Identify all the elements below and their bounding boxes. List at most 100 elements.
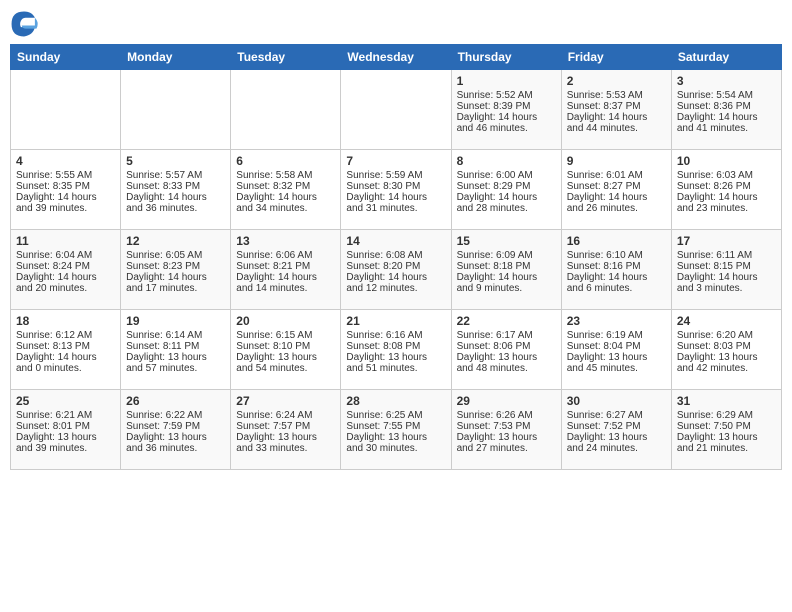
day-info-line: Daylight: 14 hours and 23 minutes. — [677, 192, 776, 214]
day-cell: 15Sunrise: 6:09 AMSunset: 8:18 PMDayligh… — [451, 230, 561, 310]
day-number: 5 — [126, 154, 225, 168]
day-info-line: Sunset: 8:29 PM — [457, 181, 556, 192]
day-number: 20 — [236, 314, 335, 328]
day-number: 15 — [457, 234, 556, 248]
day-number: 7 — [346, 154, 445, 168]
day-number: 24 — [677, 314, 776, 328]
day-info-line: Sunset: 8:11 PM — [126, 341, 225, 352]
day-cell: 9Sunrise: 6:01 AMSunset: 8:27 PMDaylight… — [561, 150, 671, 230]
day-info-line: Daylight: 13 hours and 27 minutes. — [457, 432, 556, 454]
day-number: 30 — [567, 394, 666, 408]
day-info-line: Sunrise: 6:01 AM — [567, 170, 666, 181]
day-number: 2 — [567, 74, 666, 88]
day-info-line: Daylight: 14 hours and 34 minutes. — [236, 192, 335, 214]
day-info-line: Sunset: 8:36 PM — [677, 101, 776, 112]
day-number: 9 — [567, 154, 666, 168]
day-cell: 4Sunrise: 5:55 AMSunset: 8:35 PMDaylight… — [11, 150, 121, 230]
day-info-line: Daylight: 14 hours and 28 minutes. — [457, 192, 556, 214]
day-cell: 19Sunrise: 6:14 AMSunset: 8:11 PMDayligh… — [121, 310, 231, 390]
day-info-line: Sunrise: 6:10 AM — [567, 250, 666, 261]
day-info-line: Sunrise: 6:24 AM — [236, 410, 335, 421]
day-cell: 16Sunrise: 6:10 AMSunset: 8:16 PMDayligh… — [561, 230, 671, 310]
day-number: 18 — [16, 314, 115, 328]
day-info-line: Daylight: 14 hours and 12 minutes. — [346, 272, 445, 294]
day-info-line: Sunrise: 6:19 AM — [567, 330, 666, 341]
day-info-line: Sunset: 8:13 PM — [16, 341, 115, 352]
day-info-line: Daylight: 13 hours and 51 minutes. — [346, 352, 445, 374]
col-header-tuesday: Tuesday — [231, 45, 341, 70]
day-info-line: Sunrise: 6:22 AM — [126, 410, 225, 421]
day-number: 14 — [346, 234, 445, 248]
day-info-line: Sunrise: 6:25 AM — [346, 410, 445, 421]
day-info-line: Sunrise: 6:00 AM — [457, 170, 556, 181]
day-number: 29 — [457, 394, 556, 408]
day-info-line: Sunrise: 6:06 AM — [236, 250, 335, 261]
col-header-saturday: Saturday — [671, 45, 781, 70]
day-cell: 14Sunrise: 6:08 AMSunset: 8:20 PMDayligh… — [341, 230, 451, 310]
day-info-line: Sunset: 8:08 PM — [346, 341, 445, 352]
day-cell — [231, 70, 341, 150]
day-info-line: Sunset: 8:03 PM — [677, 341, 776, 352]
day-cell: 18Sunrise: 6:12 AMSunset: 8:13 PMDayligh… — [11, 310, 121, 390]
day-number: 28 — [346, 394, 445, 408]
day-info-line: Daylight: 13 hours and 24 minutes. — [567, 432, 666, 454]
day-info-line: Sunrise: 5:59 AM — [346, 170, 445, 181]
day-cell: 11Sunrise: 6:04 AMSunset: 8:24 PMDayligh… — [11, 230, 121, 310]
week-row-1: 1Sunrise: 5:52 AMSunset: 8:39 PMDaylight… — [11, 70, 782, 150]
day-info-line: Sunset: 8:21 PM — [236, 261, 335, 272]
day-info-line: Sunset: 8:39 PM — [457, 101, 556, 112]
day-info-line: Sunrise: 5:53 AM — [567, 90, 666, 101]
day-number: 1 — [457, 74, 556, 88]
day-info-line: Sunset: 8:01 PM — [16, 421, 115, 432]
col-header-wednesday: Wednesday — [341, 45, 451, 70]
day-info-line: Sunset: 8:37 PM — [567, 101, 666, 112]
day-info-line: Sunset: 8:32 PM — [236, 181, 335, 192]
day-info-line: Sunrise: 6:15 AM — [236, 330, 335, 341]
day-cell: 17Sunrise: 6:11 AMSunset: 8:15 PMDayligh… — [671, 230, 781, 310]
day-info-line: Sunrise: 6:03 AM — [677, 170, 776, 181]
day-info-line: Sunrise: 6:12 AM — [16, 330, 115, 341]
day-info-line: Sunrise: 6:29 AM — [677, 410, 776, 421]
week-row-2: 4Sunrise: 5:55 AMSunset: 8:35 PMDaylight… — [11, 150, 782, 230]
day-info-line: Daylight: 14 hours and 44 minutes. — [567, 112, 666, 134]
day-info-line: Daylight: 14 hours and 14 minutes. — [236, 272, 335, 294]
page-header — [10, 10, 782, 38]
day-info-line: Sunset: 8:35 PM — [16, 181, 115, 192]
day-info-line: Sunrise: 6:26 AM — [457, 410, 556, 421]
day-cell: 13Sunrise: 6:06 AMSunset: 8:21 PMDayligh… — [231, 230, 341, 310]
day-cell: 2 Sunrise: 5:53 AMSunset: 8:37 PMDaylight… — [561, 70, 671, 150]
day-info-line: Sunrise: 6:08 AM — [346, 250, 445, 261]
day-cell — [121, 70, 231, 150]
day-number: 25 — [16, 394, 115, 408]
day-info-line: Daylight: 14 hours and 26 minutes. — [567, 192, 666, 214]
day-cell: 27Sunrise: 6:24 AMSunset: 7:57 PMDayligh… — [231, 390, 341, 470]
day-info-line: Daylight: 14 hours and 9 minutes. — [457, 272, 556, 294]
day-info-line: Sunrise: 6:27 AM — [567, 410, 666, 421]
day-info-line: Daylight: 14 hours and 41 minutes. — [677, 112, 776, 134]
day-info-line: Sunset: 7:50 PM — [677, 421, 776, 432]
day-number: 4 — [16, 154, 115, 168]
day-cell: 12Sunrise: 6:05 AMSunset: 8:23 PMDayligh… — [121, 230, 231, 310]
day-cell: 6Sunrise: 5:58 AMSunset: 8:32 PMDaylight… — [231, 150, 341, 230]
day-info-line: Sunset: 7:53 PM — [457, 421, 556, 432]
day-info-line: Sunset: 8:06 PM — [457, 341, 556, 352]
day-number: 11 — [16, 234, 115, 248]
day-info-line: Daylight: 14 hours and 36 minutes. — [126, 192, 225, 214]
day-info-line: Daylight: 13 hours and 36 minutes. — [126, 432, 225, 454]
day-info-line: Sunrise: 5:54 AM — [677, 90, 776, 101]
day-info-line: Sunset: 7:57 PM — [236, 421, 335, 432]
day-cell — [11, 70, 121, 150]
col-header-thursday: Thursday — [451, 45, 561, 70]
week-row-3: 11Sunrise: 6:04 AMSunset: 8:24 PMDayligh… — [11, 230, 782, 310]
day-number: 31 — [677, 394, 776, 408]
day-cell: 20Sunrise: 6:15 AMSunset: 8:10 PMDayligh… — [231, 310, 341, 390]
day-cell: 30Sunrise: 6:27 AMSunset: 7:52 PMDayligh… — [561, 390, 671, 470]
day-info-line: Daylight: 13 hours and 57 minutes. — [126, 352, 225, 374]
day-info-line: Sunset: 8:18 PM — [457, 261, 556, 272]
day-cell: 31Sunrise: 6:29 AMSunset: 7:50 PMDayligh… — [671, 390, 781, 470]
day-info-line: Daylight: 14 hours and 46 minutes. — [457, 112, 556, 134]
col-header-sunday: Sunday — [11, 45, 121, 70]
day-info-line: Sunrise: 6:21 AM — [16, 410, 115, 421]
day-info-line: Daylight: 13 hours and 48 minutes. — [457, 352, 556, 374]
col-header-monday: Monday — [121, 45, 231, 70]
